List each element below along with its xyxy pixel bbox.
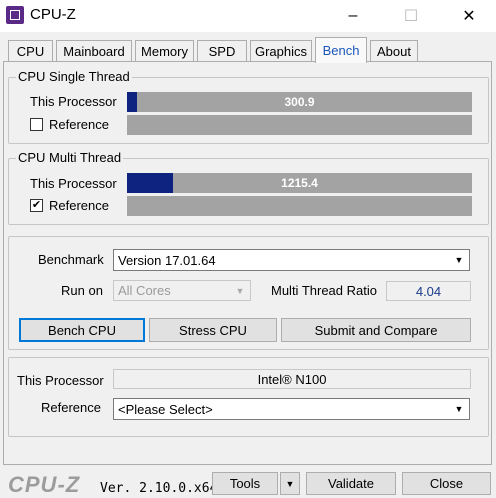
reference-processor-select[interactable]: <Please Select> ▼: [113, 398, 470, 420]
compare-this-processor-label: This Processor: [17, 373, 104, 388]
tab-cpu[interactable]: CPU: [8, 40, 53, 62]
tab-bench[interactable]: Bench: [315, 37, 367, 63]
close-button[interactable]: Close: [402, 472, 491, 495]
single-reference-label: Reference: [49, 117, 109, 132]
tab-about[interactable]: About: [370, 40, 418, 62]
multi-this-processor-bar: 1215.4: [127, 173, 472, 193]
tab-memory[interactable]: Memory: [135, 40, 194, 62]
cpuz-logo: CPU-Z: [8, 472, 81, 497]
multi-this-processor-label: This Processor: [30, 176, 117, 191]
multi-thread-ratio-label: Multi Thread Ratio: [271, 283, 377, 298]
chevron-down-icon: ▼: [454, 404, 464, 414]
benchmark-label: Benchmark: [38, 252, 104, 267]
reference-processor-value: <Please Select>: [118, 401, 213, 417]
compare-this-processor-value: Intel® N100: [113, 369, 471, 389]
multi-thread-title: CPU Multi Thread: [16, 150, 124, 165]
benchmark-version-select[interactable]: Version 17.01.64 ▼: [113, 249, 470, 271]
maximize-button[interactable]: ☐: [388, 0, 434, 32]
tools-dropdown-button[interactable]: ▼: [280, 472, 300, 495]
compare-reference-label: Reference: [41, 400, 101, 415]
single-this-processor-value: 300.9: [284, 95, 315, 109]
benchmark-version-value: Version 17.01.64: [118, 252, 216, 268]
single-reference-bar: [127, 115, 472, 135]
multi-reference-checkmark: ✔: [31, 199, 42, 211]
multi-thread-ratio-value: 4.04: [386, 281, 471, 301]
tab-strip: CPU Mainboard Memory SPD Graphics Bench …: [0, 32, 496, 63]
minimize-button[interactable]: –: [330, 0, 376, 32]
run-on-value: All Cores: [118, 283, 171, 298]
tools-button[interactable]: Tools: [212, 472, 278, 495]
multi-reference-bar: [127, 196, 472, 216]
window-title: CPU-Z: [30, 6, 76, 23]
multi-reference-label: Reference: [49, 198, 109, 213]
validate-button[interactable]: Validate: [306, 472, 396, 495]
stress-cpu-button[interactable]: Stress CPU: [149, 318, 277, 342]
run-on-select[interactable]: All Cores ▼: [113, 280, 251, 301]
single-this-processor-bar: 300.9: [127, 92, 472, 112]
single-this-processor-label: This Processor: [30, 94, 117, 109]
tab-spd[interactable]: SPD: [197, 40, 247, 62]
submit-and-compare-button[interactable]: Submit and Compare: [281, 318, 471, 342]
bench-cpu-button[interactable]: Bench CPU: [19, 318, 145, 342]
tab-mainboard[interactable]: Mainboard: [56, 40, 132, 62]
version-label: Ver. 2.10.0.x64: [100, 481, 218, 496]
single-reference-checkbox[interactable]: [30, 118, 43, 131]
cpuz-app-icon: [6, 6, 24, 24]
title-bar: CPU-Z – ☐ ✕: [0, 0, 496, 32]
run-on-label: Run on: [61, 283, 103, 298]
multi-reference-checkbox[interactable]: ✔: [30, 199, 43, 212]
chevron-down-icon: ▼: [454, 255, 464, 265]
single-thread-title: CPU Single Thread: [16, 69, 132, 84]
multi-this-processor-value: 1215.4: [281, 176, 318, 190]
chevron-down-icon: ▼: [235, 285, 245, 296]
tab-graphics[interactable]: Graphics: [250, 40, 312, 62]
close-window-button[interactable]: ✕: [446, 0, 492, 32]
chevron-down-icon: ▼: [285, 478, 295, 489]
